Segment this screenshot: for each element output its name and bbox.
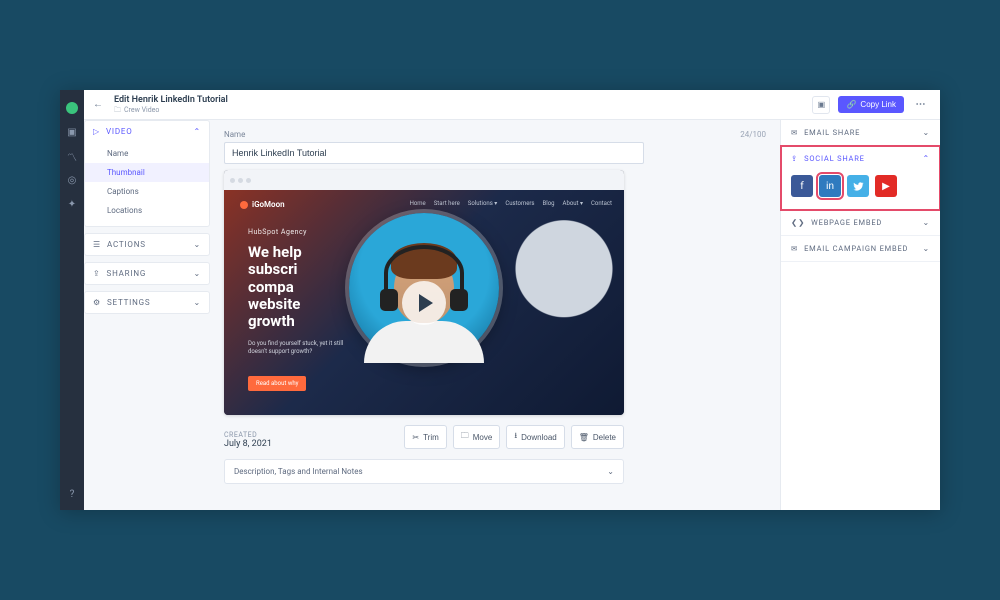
rail-analytics-icon[interactable]: 〽 [66,150,78,162]
campaign-embed-head[interactable]: ✉ EMAIL CAMPAIGN EMBED ⌄ [781,236,940,261]
chevron-down-icon: ⌄ [922,218,930,227]
hero-subtext: Do you find yourself stuck, yet it still… [248,340,358,356]
picture-in-picture-button[interactable]: ▣ [812,96,830,114]
campaign-embed-panel: ✉ EMAIL CAMPAIGN EMBED ⌄ [781,236,940,262]
sidebar-item-thumbnail[interactable]: Thumbnail [85,163,209,182]
created-date: July 8, 2021 [224,439,272,449]
video-panel-head[interactable]: ▷ VIDEO ⌃ [85,121,209,142]
actions-panel: ☰ ACTIONS ⌄ [84,233,210,256]
share-column: ✉ EMAIL SHARE ⌄ ⇪ SOCIAL SHARE ⌃ f in [780,120,940,510]
chevron-up-icon: ⌃ [922,154,930,163]
edit-sidebar: ▷ VIDEO ⌃ Name Thumbnail Captions Locati… [84,120,210,510]
char-count: 24/100 [740,130,766,139]
settings-panel-head[interactable]: ⚙ SETTINGS ⌄ [85,292,209,313]
social-share-head[interactable]: ⇪ SOCIAL SHARE ⌃ [781,146,940,171]
video-thumbnail[interactable]: iGoMoon HomeStart hereSolutions ▾Custome… [224,170,624,415]
topbar: ← Edit Henrik LinkedIn Tutorial 🗀 Crew V… [84,90,940,120]
rail-dashboard-icon[interactable]: ▣ [66,126,78,138]
mail-icon: ✉ [791,244,798,253]
name-field-wrap: Name 24/100 [224,130,766,164]
move-button[interactable]: 🗀Move [453,425,501,449]
code-icon: ❮❯ [791,218,805,227]
page-title: Edit Henrik LinkedIn Tutorial [114,95,228,105]
body: ▷ VIDEO ⌃ Name Thumbnail Captions Locati… [84,120,940,510]
social-icon-row: f in ▶ [781,171,940,209]
email-share-head[interactable]: ✉ EMAIL SHARE ⌄ [781,120,940,145]
folder-move-icon: 🗀 [461,430,469,444]
site-nav: HomeStart hereSolutions ▾CustomersBlogAb… [410,200,612,207]
main-content: Name 24/100 iGoMoon HomeStart hereSoluti… [210,120,780,510]
browser-chrome [224,170,624,190]
more-menu[interactable]: ⋯ [912,99,930,110]
hero-cta: Read about why [248,376,306,391]
webpage-embed-head[interactable]: ❮❯ WEBPAGE EMBED ⌄ [781,210,940,235]
download-button[interactable]: ⭳Download [506,425,564,449]
mail-icon: ✉ [791,128,798,137]
actions-icon: ☰ [93,240,101,249]
description-label: Description, Tags and Internal Notes [234,467,363,476]
hero-heading: We help subscri compa website growth [248,244,302,330]
chevron-down-icon: ⌄ [193,269,201,278]
chevron-down-icon: ⌄ [922,244,930,253]
description-accordion[interactable]: Description, Tags and Internal Notes ⌄ [224,459,624,484]
actions-panel-head[interactable]: ☰ ACTIONS ⌄ [85,234,209,255]
thumbnail-body: iGoMoon HomeStart hereSolutions ▾Custome… [224,190,624,415]
share-icon: ⇪ [791,154,798,163]
title-block: Edit Henrik LinkedIn Tutorial 🗀 Crew Vid… [114,95,228,113]
webpage-embed-panel: ❮❯ WEBPAGE EMBED ⌄ [781,210,940,236]
gear-icon: ⚙ [93,298,101,307]
twitter-share-button[interactable] [847,175,869,197]
video-panel: ▷ VIDEO ⌃ Name Thumbnail Captions Locati… [84,120,210,227]
sidebar-item-captions[interactable]: Captions [85,182,209,201]
sidebar-item-name[interactable]: Name [85,144,209,163]
rail-integrations-icon[interactable]: ✦ [66,198,78,210]
nav-rail: ▣ 〽 ◎ ✦ ? [60,90,84,510]
settings-panel: ⚙ SETTINGS ⌄ [84,291,210,314]
chevron-down-icon: ⌄ [193,298,201,307]
linkedin-highlight: in [819,175,841,197]
video-action-buttons: ✂Trim 🗀Move ⭳Download 🗑Delete [404,425,624,449]
created-label: CREATED [224,431,272,439]
youtube-share-button[interactable]: ▶ [875,175,897,197]
trash-icon: 🗑 [579,433,589,442]
delete-button[interactable]: 🗑Delete [571,425,624,449]
sharing-panel-head[interactable]: ⇪ SHARING ⌄ [85,263,209,284]
app-logo[interactable] [66,102,78,114]
chevron-up-icon: ⌃ [193,127,201,136]
linkedin-share-button[interactable]: in [819,175,841,197]
help-icon[interactable]: ? [66,488,78,500]
trim-button[interactable]: ✂Trim [404,425,446,449]
chevron-down-icon: ⌄ [193,240,201,249]
rail-target-icon[interactable]: ◎ [66,174,78,186]
social-share-panel: ⇪ SOCIAL SHARE ⌃ f in ▶ [781,146,940,210]
email-share-panel: ✉ EMAIL SHARE ⌄ [781,120,940,146]
scissors-icon: ✂ [412,433,419,442]
copy-link-button[interactable]: 🔗 Copy Link [838,96,904,113]
chevron-down-icon: ⌄ [607,467,614,476]
sidebar-item-locations[interactable]: Locations [85,201,209,220]
app-window: ▣ 〽 ◎ ✦ ? ← Edit Henrik LinkedIn Tutoria… [60,90,940,510]
folder-icon: 🗀 [114,106,121,114]
download-icon: ⭳ [514,430,517,444]
facebook-share-button[interactable]: f [791,175,813,197]
video-sublist: Name Thumbnail Captions Locations [85,142,209,226]
meta-row: CREATED July 8, 2021 ✂Trim 🗀Move ⭳Downlo… [224,425,624,449]
link-icon: 🔗 [846,100,856,109]
breadcrumb[interactable]: 🗀 Crew Video [114,106,228,114]
name-input[interactable] [224,142,644,164]
video-icon: ▷ [93,127,100,136]
hero-agency: HubSpot Agency [248,228,307,236]
name-field-label: Name [224,130,245,139]
back-button[interactable]: ← [90,99,106,110]
brand-text: iGoMoon [252,200,285,209]
sharing-panel: ⇪ SHARING ⌄ [84,262,210,285]
workspace: ← Edit Henrik LinkedIn Tutorial 🗀 Crew V… [84,90,940,510]
chevron-down-icon: ⌄ [922,128,930,137]
play-button[interactable] [402,281,446,325]
share-icon: ⇪ [93,269,101,278]
